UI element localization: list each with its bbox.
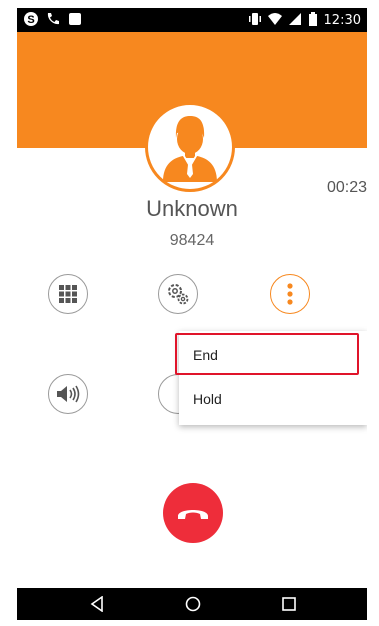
clock-time: 12:30 — [323, 13, 361, 28]
phone-icon — [45, 11, 61, 32]
back-icon — [90, 596, 103, 612]
wifi-icon — [267, 12, 282, 29]
recents-icon — [282, 597, 296, 611]
caller-name: Unknown — [146, 196, 238, 221]
settings-button[interactable] — [158, 274, 198, 314]
phone-screen: S 12:30 Unknown 98424 00:23 End Hold — [17, 8, 367, 620]
keypad-button[interactable] — [48, 274, 88, 314]
back-button[interactable] — [87, 594, 107, 614]
notification-icons: S — [23, 11, 83, 32]
system-icons: 12:30 — [248, 12, 361, 29]
more-options-button[interactable] — [270, 274, 310, 314]
call-options-menu: End Hold — [179, 331, 367, 425]
square-notification-icon — [67, 11, 83, 32]
vibrate-icon — [248, 12, 262, 29]
svg-text:S: S — [27, 14, 34, 26]
end-call-button[interactable] — [163, 483, 223, 543]
caller-avatar — [145, 102, 235, 192]
more-options-icon — [287, 283, 293, 305]
menu-item-end[interactable]: End — [179, 335, 367, 375]
speaker-icon — [57, 385, 80, 403]
status-bar: S 12:30 — [17, 8, 367, 32]
caller-number: 98424 — [169, 232, 215, 249]
battery-icon — [308, 12, 318, 29]
recents-button[interactable] — [279, 594, 299, 614]
speaker-button[interactable] — [48, 374, 88, 414]
hang-up-icon — [178, 510, 208, 519]
menu-item-hold[interactable]: Hold — [179, 379, 367, 419]
person-icon — [163, 116, 217, 182]
home-icon — [185, 596, 201, 612]
settings-icon — [168, 284, 189, 305]
keypad-icon — [59, 285, 77, 303]
home-button[interactable] — [183, 594, 203, 614]
call-duration: 00:23 — [326, 179, 367, 196]
navigation-bar — [17, 588, 367, 620]
skype-icon: S — [23, 11, 39, 32]
signal-icon — [288, 12, 302, 29]
